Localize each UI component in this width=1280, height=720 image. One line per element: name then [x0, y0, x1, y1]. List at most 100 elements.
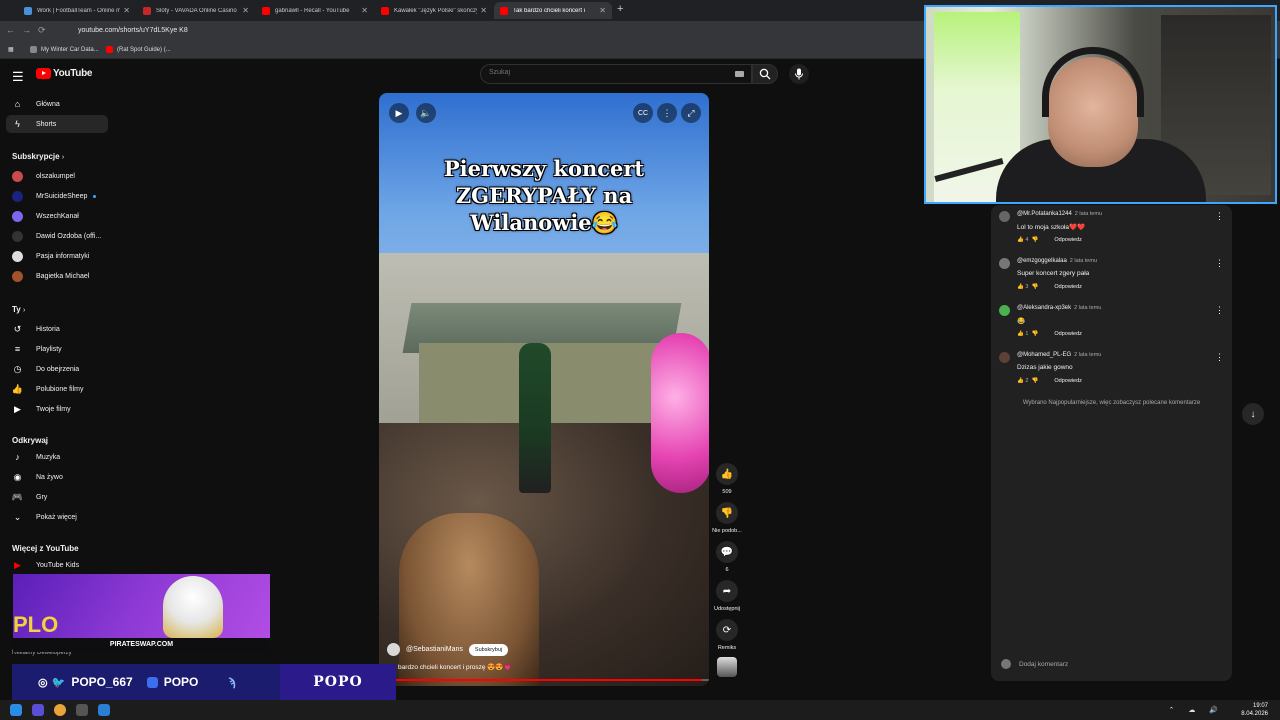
captions-button[interactable]: CC: [633, 103, 653, 123]
sidebar-item[interactable]: ♪ Muzyka: [6, 448, 108, 466]
clock[interactable]: 19:07 8.04.2026: [1241, 702, 1268, 718]
thumbs-down-icon[interactable]: 👎: [1032, 331, 1039, 337]
url-field[interactable]: youtube.com/shorts/uY7dL5Kye K8: [78, 27, 188, 34]
bookmark-item[interactable]: My Winter Car Data...: [30, 46, 99, 53]
more-options-icon[interactable]: ⋮: [1215, 352, 1224, 363]
reply-button[interactable]: Odpowiedz: [1054, 378, 1082, 384]
steam-icon[interactable]: [98, 704, 110, 716]
more-options-icon[interactable]: ⋮: [657, 103, 677, 123]
bookmark-item[interactable]: (Rat Spot Guide) (...: [106, 46, 171, 53]
sidebar-item[interactable]: Bagietka Michael: [6, 267, 108, 285]
comment-time[interactable]: 2 lata temu: [1074, 352, 1101, 358]
nav-buttons[interactable]: ←→⟳: [6, 25, 53, 36]
channel-avatar[interactable]: [387, 643, 400, 656]
browser-tab[interactable]: Tak bardzo chcieli koncert i ✕: [494, 2, 612, 19]
sidebar-item[interactable]: ϟ Shorts: [6, 115, 108, 133]
commenter-avatar[interactable]: [999, 258, 1010, 269]
channel-avatar: [12, 270, 23, 282]
close-icon[interactable]: ✕: [242, 6, 249, 15]
video-description[interactable]: k bardzo chcieli koncert i proszę 😍😍💗: [393, 663, 512, 671]
sidebar-item[interactable]: MrSuicideSheep: [6, 187, 108, 205]
sidebar-item[interactable]: ≡ Playlisty: [6, 340, 108, 358]
close-icon[interactable]: ✕: [480, 6, 487, 15]
sidebar-item[interactable]: ⌂ Główna: [6, 95, 108, 113]
comments-action[interactable]: 💬 6: [711, 541, 743, 573]
comment-time[interactable]: 2 lata temu: [1074, 305, 1101, 311]
music-icon: ♪: [15, 452, 20, 462]
browser-tab[interactable]: Sloty - VAVADA Online Casino ✕: [137, 2, 255, 19]
new-tab-button[interactable]: +: [617, 3, 623, 15]
more-options-icon[interactable]: ⋮: [1215, 211, 1224, 222]
thumbs-up-icon[interactable]: 👍: [1017, 237, 1024, 243]
browser-tab[interactable]: Work | FootballTeam - Online m ✕: [18, 2, 136, 19]
more-options-icon[interactable]: ⋮: [1215, 305, 1224, 316]
comment-time[interactable]: 2 lata temu: [1075, 211, 1102, 217]
reply-button[interactable]: Odpowiedz: [1054, 331, 1082, 337]
commenter-avatar[interactable]: [999, 352, 1010, 363]
sidebar-item[interactable]: olszakumpel: [6, 167, 108, 185]
search-button[interactable]: [752, 64, 778, 84]
subscribe-button[interactable]: Subskrybuj: [468, 643, 509, 656]
sidebar-section-heading[interactable]: Ty ›: [12, 305, 25, 314]
brand-icon: ϡ: [228, 675, 236, 689]
taskbar-app-icon[interactable]: [32, 704, 44, 716]
like-action[interactable]: 👍 509: [711, 463, 743, 495]
thumbs-up-icon[interactable]: 👍: [1017, 331, 1024, 337]
reply-button[interactable]: Odpowiedz: [1054, 237, 1082, 243]
voice-search-button[interactable]: [789, 64, 809, 84]
sidebar-item[interactable]: WszechKanał: [6, 207, 108, 225]
sidebar-item[interactable]: ◉ Na żywo: [6, 468, 108, 486]
taskbar-app-icon[interactable]: [76, 704, 88, 716]
thumbs-down-icon: 👎: [716, 502, 738, 524]
apps-icon[interactable]: ▦: [8, 46, 14, 53]
sidebar-item[interactable]: ▶ Twoje filmy: [6, 400, 108, 418]
more-options-icon[interactable]: ⋮: [1215, 258, 1224, 269]
sound-thumbnail[interactable]: [717, 657, 737, 677]
share-action[interactable]: ➦ Udostępnij: [711, 580, 743, 612]
search-input[interactable]: [489, 69, 719, 76]
channel-name[interactable]: @SebastianiMans: [406, 646, 463, 653]
sidebar-item[interactable]: 🎮 Gry: [6, 488, 108, 506]
sidebar-item[interactable]: 👍 Polubione filmy: [6, 380, 108, 398]
sidebar-item[interactable]: ⌄ Pokaż więcej: [6, 508, 108, 526]
thumbs-down-icon[interactable]: 👎: [1032, 378, 1039, 384]
close-icon[interactable]: ✕: [599, 6, 606, 15]
start-icon[interactable]: [10, 704, 22, 716]
thumbs-down-icon[interactable]: 👎: [1032, 237, 1039, 243]
commenter-avatar[interactable]: [999, 305, 1010, 316]
comment-author[interactable]: @emzgoggelkalaa: [1017, 258, 1067, 264]
thumbs-down-icon[interactable]: 👎: [1032, 284, 1039, 290]
chrome-icon[interactable]: [54, 704, 66, 716]
play-button[interactable]: ▶: [389, 103, 409, 123]
fullscreen-button[interactable]: ⤢: [681, 103, 701, 123]
reply-button[interactable]: Odpowiedz: [1054, 284, 1082, 290]
close-icon[interactable]: ✕: [123, 6, 130, 15]
thumbs-up-icon[interactable]: 👍: [1017, 284, 1024, 290]
close-icon[interactable]: ✕: [361, 6, 368, 15]
remix-action[interactable]: ⟳ Remiks: [711, 619, 743, 651]
commenter-avatar[interactable]: [999, 211, 1010, 222]
comment-author[interactable]: @Aleksandra-xp3ek: [1017, 305, 1071, 311]
sidebar-item[interactable]: ▶ YouTube Kids: [6, 556, 108, 574]
menu-icon[interactable]: ☰: [12, 69, 24, 85]
comment-time[interactable]: 2 lata temu: [1070, 258, 1097, 264]
keyboard-icon[interactable]: [735, 71, 744, 77]
add-comment-field[interactable]: Dodaj komentarz: [1001, 659, 1068, 669]
system-tray[interactable]: ⌃ ☁ 🔊: [1169, 706, 1224, 714]
browser-tab[interactable]: Kawałek "Język Polski" skończył ✕: [375, 2, 493, 19]
browser-tab[interactable]: gabriawll - Recall - YouTube ✕: [256, 2, 374, 19]
dislike-action[interactable]: 👎 Nie podob...: [711, 502, 743, 534]
comment-author[interactable]: @Mohamed_PL-EG: [1017, 352, 1071, 358]
arrow-down-icon[interactable]: ↓: [1242, 403, 1264, 425]
progress-bar[interactable]: [379, 679, 709, 681]
sidebar-item[interactable]: ◷ Do obejrzenia: [6, 360, 108, 378]
comment-author[interactable]: @Mr.Potatanka1244: [1017, 211, 1072, 217]
shorts-video-player[interactable]: Pierwszy koncert ZGERYPAŁY na Wilanowie😂…: [379, 93, 709, 686]
sidebar-item[interactable]: ↺ Historia: [6, 320, 108, 338]
youtube-logo[interactable]: YouTube: [36, 68, 93, 79]
sidebar-section-heading[interactable]: Subskrypcje ›: [12, 152, 64, 161]
sidebar-item[interactable]: Dawid Ozdoba (offi...: [6, 227, 108, 245]
volume-button[interactable]: 🔈: [416, 103, 436, 123]
sidebar-item[interactable]: Pasja informatyki: [6, 247, 108, 265]
thumbs-up-icon[interactable]: 👍: [1017, 378, 1024, 384]
